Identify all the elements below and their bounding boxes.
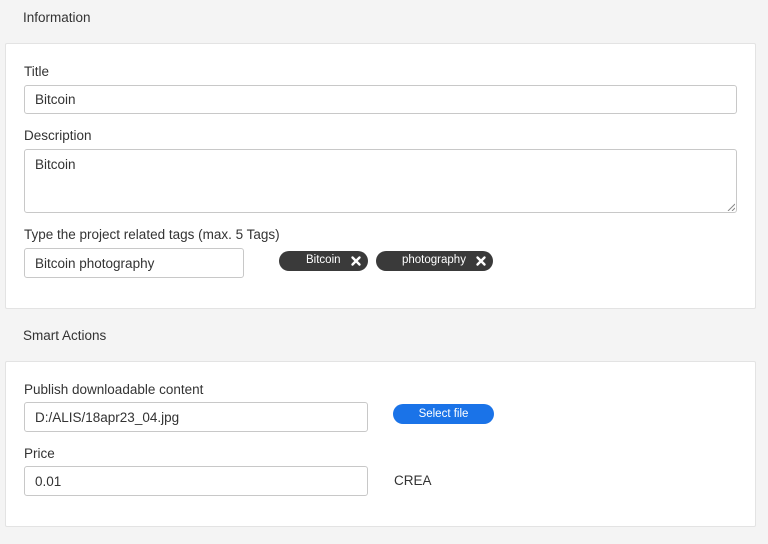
smart-actions-section-title: Smart Actions (23, 328, 107, 343)
tags-input[interactable] (24, 248, 244, 278)
tags-label: Type the project related tags (max. 5 Ta… (24, 227, 280, 242)
description-label: Description (24, 128, 92, 143)
download-file-input[interactable] (24, 402, 368, 432)
download-label: Publish downloadable content (24, 382, 204, 397)
tag-chip: Bitcoin (279, 251, 368, 271)
tag-chip: photography (376, 251, 493, 271)
information-section-title: Information (23, 10, 91, 25)
information-card: Title Description Bitcoin Type the proje… (5, 43, 756, 309)
resize-grip-icon[interactable] (727, 203, 735, 211)
close-icon[interactable] (350, 255, 362, 267)
title-input[interactable] (24, 85, 737, 114)
title-label: Title (24, 64, 50, 79)
close-icon[interactable] (475, 255, 487, 267)
tag-label: Bitcoin (306, 254, 341, 266)
price-label: Price (24, 446, 55, 461)
smart-actions-card: Publish downloadable content Select file… (5, 361, 756, 527)
description-textarea[interactable]: Bitcoin (24, 149, 737, 213)
tag-label: photography (402, 254, 466, 266)
select-file-button[interactable]: Select file (393, 404, 494, 424)
currency-label: CREA (394, 473, 432, 488)
price-input[interactable] (24, 466, 368, 496)
